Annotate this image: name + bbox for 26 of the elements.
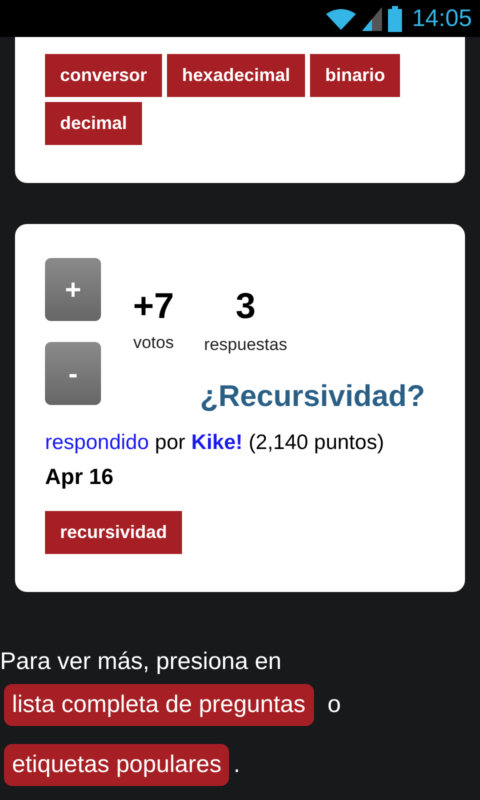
votes-label: votos (133, 332, 174, 354)
or-text: o (328, 690, 341, 720)
tag[interactable]: recursividad (45, 511, 182, 554)
battery-icon (388, 6, 402, 32)
points-text: (2,140 puntos) (248, 430, 384, 456)
question-title[interactable]: ¿Recursividad? (200, 374, 426, 418)
vote-count: +7 (133, 286, 174, 326)
wifi-icon (326, 8, 356, 30)
questions-link[interactable]: lista completa de preguntas (4, 684, 314, 726)
signal-icon (362, 6, 382, 30)
downvote-button[interactable]: - (45, 342, 101, 405)
by-text: por (154, 430, 186, 456)
upvote-button[interactable]: + (45, 258, 101, 321)
tag[interactable]: decimal (45, 102, 142, 145)
answer-count: 3 (236, 286, 256, 326)
tag[interactable]: conversor (45, 54, 162, 97)
answers-label: respuestas (204, 334, 288, 356)
period-text: . (233, 750, 240, 780)
answered-link[interactable]: respondido (45, 426, 149, 458)
footer-text: Para ver más, presiona en (0, 647, 282, 677)
tag[interactable]: binario (310, 54, 400, 97)
user-link[interactable]: Kike! (191, 426, 243, 458)
tags-link[interactable]: etiquetas populares (4, 744, 230, 786)
tag[interactable]: hexadecimal (167, 54, 306, 97)
question-date: Apr 16 (45, 463, 114, 491)
clock: 14:05 (412, 4, 472, 34)
